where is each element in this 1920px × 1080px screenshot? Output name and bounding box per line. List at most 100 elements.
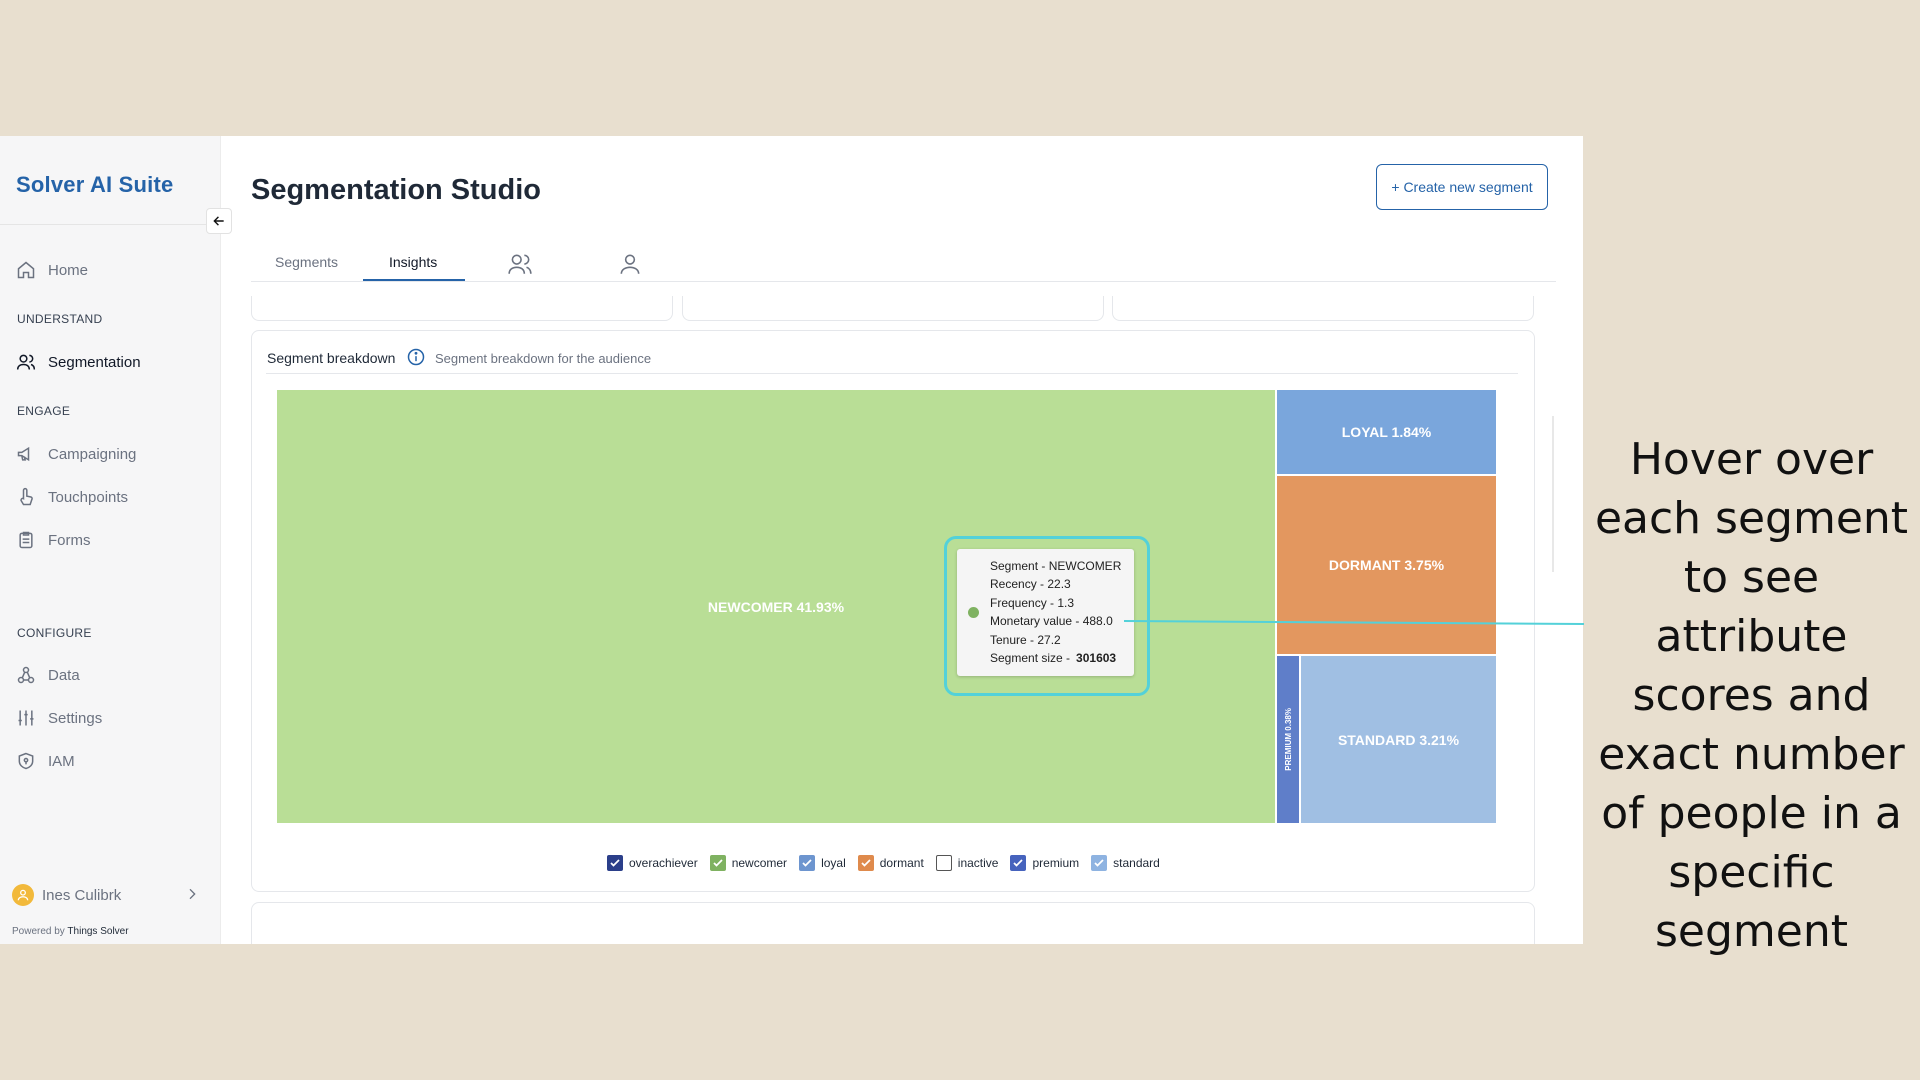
tab-segments[interactable]: Segments — [275, 254, 338, 270]
page-title: Segmentation Studio — [251, 174, 541, 206]
panel-subtitle: Segment breakdown for the audience — [435, 351, 652, 366]
user-icon — [620, 254, 640, 274]
sidebar-item-label: Campaigning — [48, 445, 137, 463]
legend-label: inactive — [957, 856, 999, 870]
section-label-engage: ENGAGE — [17, 404, 71, 418]
treemap-tile-standard[interactable]: STANDARD 3.21% — [1300, 655, 1497, 824]
tile-label: STANDARD 3.21% — [1337, 731, 1460, 748]
sidebar-item-iam[interactable]: IAM — [16, 751, 75, 771]
sidebar-item-data[interactable]: Data — [16, 665, 80, 685]
share-nodes-icon — [17, 666, 35, 684]
segment-treemap: NEWCOMER 41.93% LOYAL 1.84% DORMANT 3.75… — [276, 389, 1497, 824]
series-marker-icon — [968, 607, 979, 618]
legend-item-standard[interactable]: standard — [1091, 855, 1160, 871]
section-label-understand: UNDERSTAND — [17, 312, 103, 326]
user-icon — [17, 889, 29, 901]
legend-label: newcomer — [731, 856, 788, 870]
legend-item-dormant[interactable]: dormant — [857, 855, 924, 871]
tooltip-recency: Recency - 22.3 — [990, 577, 1071, 592]
section-label-configure: CONFIGURE — [17, 626, 92, 640]
scrollbar[interactable] — [1552, 416, 1554, 572]
megaphone-icon — [17, 446, 30, 462]
active-tab-indicator — [363, 279, 465, 281]
powered-brand[interactable]: Things Solver — [67, 926, 128, 937]
checkbox-checked-icon[interactable] — [1091, 855, 1108, 871]
legend-label: loyal — [821, 856, 846, 870]
create-segment-button[interactable]: + Create new segment — [1376, 164, 1548, 210]
users-icon — [16, 354, 36, 370]
info-icon[interactable] — [406, 347, 426, 372]
tooltip-size-label: Segment size - — [990, 651, 1071, 666]
treemap-tile-dormant[interactable]: DORMANT 3.75% — [1276, 475, 1497, 655]
summary-card — [251, 296, 673, 321]
tile-label: DORMANT 3.75% — [1328, 557, 1445, 573]
sidebar: Solver AI Suite Home UNDERSTAND Segmenta… — [0, 136, 221, 944]
sidebar-item-label: Segmentation — [48, 353, 141, 371]
pointer-hand-icon — [20, 487, 33, 506]
powered-by: Powered by Things Solver — [12, 926, 129, 937]
sidebar-item-segmentation[interactable]: Segmentation — [16, 352, 141, 372]
segment-tooltip: Segment - NEWCOMER Recency - 22.3 Freque… — [957, 549, 1134, 676]
tooltip-size: Segment size - 301603 — [990, 649, 1121, 667]
checkbox-checked-icon[interactable] — [1010, 855, 1027, 871]
clipboard-icon — [19, 531, 33, 549]
collapse-sidebar-button[interactable] — [206, 208, 232, 234]
sidebar-item-label: Forms — [48, 531, 91, 549]
app-logo[interactable]: Solver AI Suite — [16, 172, 173, 198]
treemap-tile-premium[interactable]: PREMIUM 0.38% — [1276, 655, 1300, 824]
legend-item-loyal[interactable]: loyal — [799, 855, 846, 871]
tab-user[interactable] — [617, 251, 643, 282]
summary-card — [1112, 296, 1534, 321]
tooltip-size-value: 301603 — [1076, 651, 1117, 666]
divider — [266, 373, 1518, 374]
sidebar-item-touchpoints[interactable]: Touchpoints — [16, 487, 128, 507]
legend-label: dormant — [879, 856, 924, 870]
tile-label: NEWCOMER 41.93% — [707, 598, 845, 615]
chevron-right-icon[interactable] — [184, 884, 200, 909]
sidebar-item-home[interactable]: Home — [16, 260, 88, 280]
tooltip-content: Segment - NEWCOMER Recency - 22.3 Freque… — [990, 557, 1121, 667]
arrow-left-icon — [213, 216, 224, 226]
powered-prefix: Powered by — [12, 926, 65, 937]
legend-label: standard — [1113, 856, 1160, 870]
tabs-divider — [251, 281, 1556, 282]
checkbox-unchecked-icon[interactable] — [935, 855, 952, 871]
sidebar-item-campaigning[interactable]: Campaigning — [16, 444, 136, 464]
app-window: Solver AI Suite Home UNDERSTAND Segmenta… — [0, 136, 1583, 944]
sidebar-item-label: Settings — [48, 709, 103, 727]
tooltip-frequency: Frequency - 1.3 — [990, 595, 1075, 610]
tile-label: PREMIUM 0.38% — [1283, 708, 1293, 771]
tab-insights[interactable]: Insights — [389, 254, 437, 270]
shield-icon — [18, 752, 34, 770]
checkbox-checked-icon[interactable] — [607, 855, 623, 871]
checkbox-checked-icon[interactable] — [709, 855, 726, 871]
chart-legend: overachiever newcomer loyal dormant inactive… — [607, 855, 1160, 871]
legend-label: premium — [1032, 856, 1080, 870]
next-panel — [251, 902, 1535, 944]
checkbox-checked-icon[interactable] — [799, 855, 816, 871]
legend-item-inactive[interactable]: inactive — [935, 855, 999, 871]
tile-label: LOYAL 1.84% — [1341, 424, 1432, 440]
tooltip-tenure: Tenure - 27.2 — [990, 632, 1061, 647]
legend-item-newcomer[interactable]: newcomer — [709, 855, 788, 871]
tooltip-segment: Segment - NEWCOMER — [990, 559, 1122, 573]
checkbox-checked-icon[interactable] — [857, 855, 874, 871]
sidebar-item-settings[interactable]: Settings — [16, 708, 102, 728]
segment-breakdown-panel: Segment breakdown Segment breakdown for … — [251, 330, 1535, 892]
summary-card — [682, 296, 1104, 321]
legend-item-premium[interactable]: premium — [1010, 855, 1079, 871]
users-icon — [508, 254, 532, 274]
tab-users[interactable] — [507, 251, 533, 282]
sidebar-item-label: Touchpoints — [48, 488, 129, 506]
treemap-tile-loyal[interactable]: LOYAL 1.84% — [1276, 389, 1497, 475]
user-name: Ines Culibrk — [42, 886, 122, 904]
user-profile[interactable]: Ines Culibrk — [12, 884, 121, 906]
legend-label: overachiever — [629, 856, 698, 870]
sidebar-item-label: Home — [48, 261, 89, 279]
tooltip-monetary: Monetary value - 488.0 — [990, 614, 1113, 629]
avatar — [12, 884, 34, 906]
legend-item-overachiever[interactable]: overachiever — [607, 855, 698, 871]
divider — [0, 224, 220, 225]
panel-title: Segment breakdown — [267, 350, 396, 366]
sidebar-item-forms[interactable]: Forms — [16, 530, 91, 550]
